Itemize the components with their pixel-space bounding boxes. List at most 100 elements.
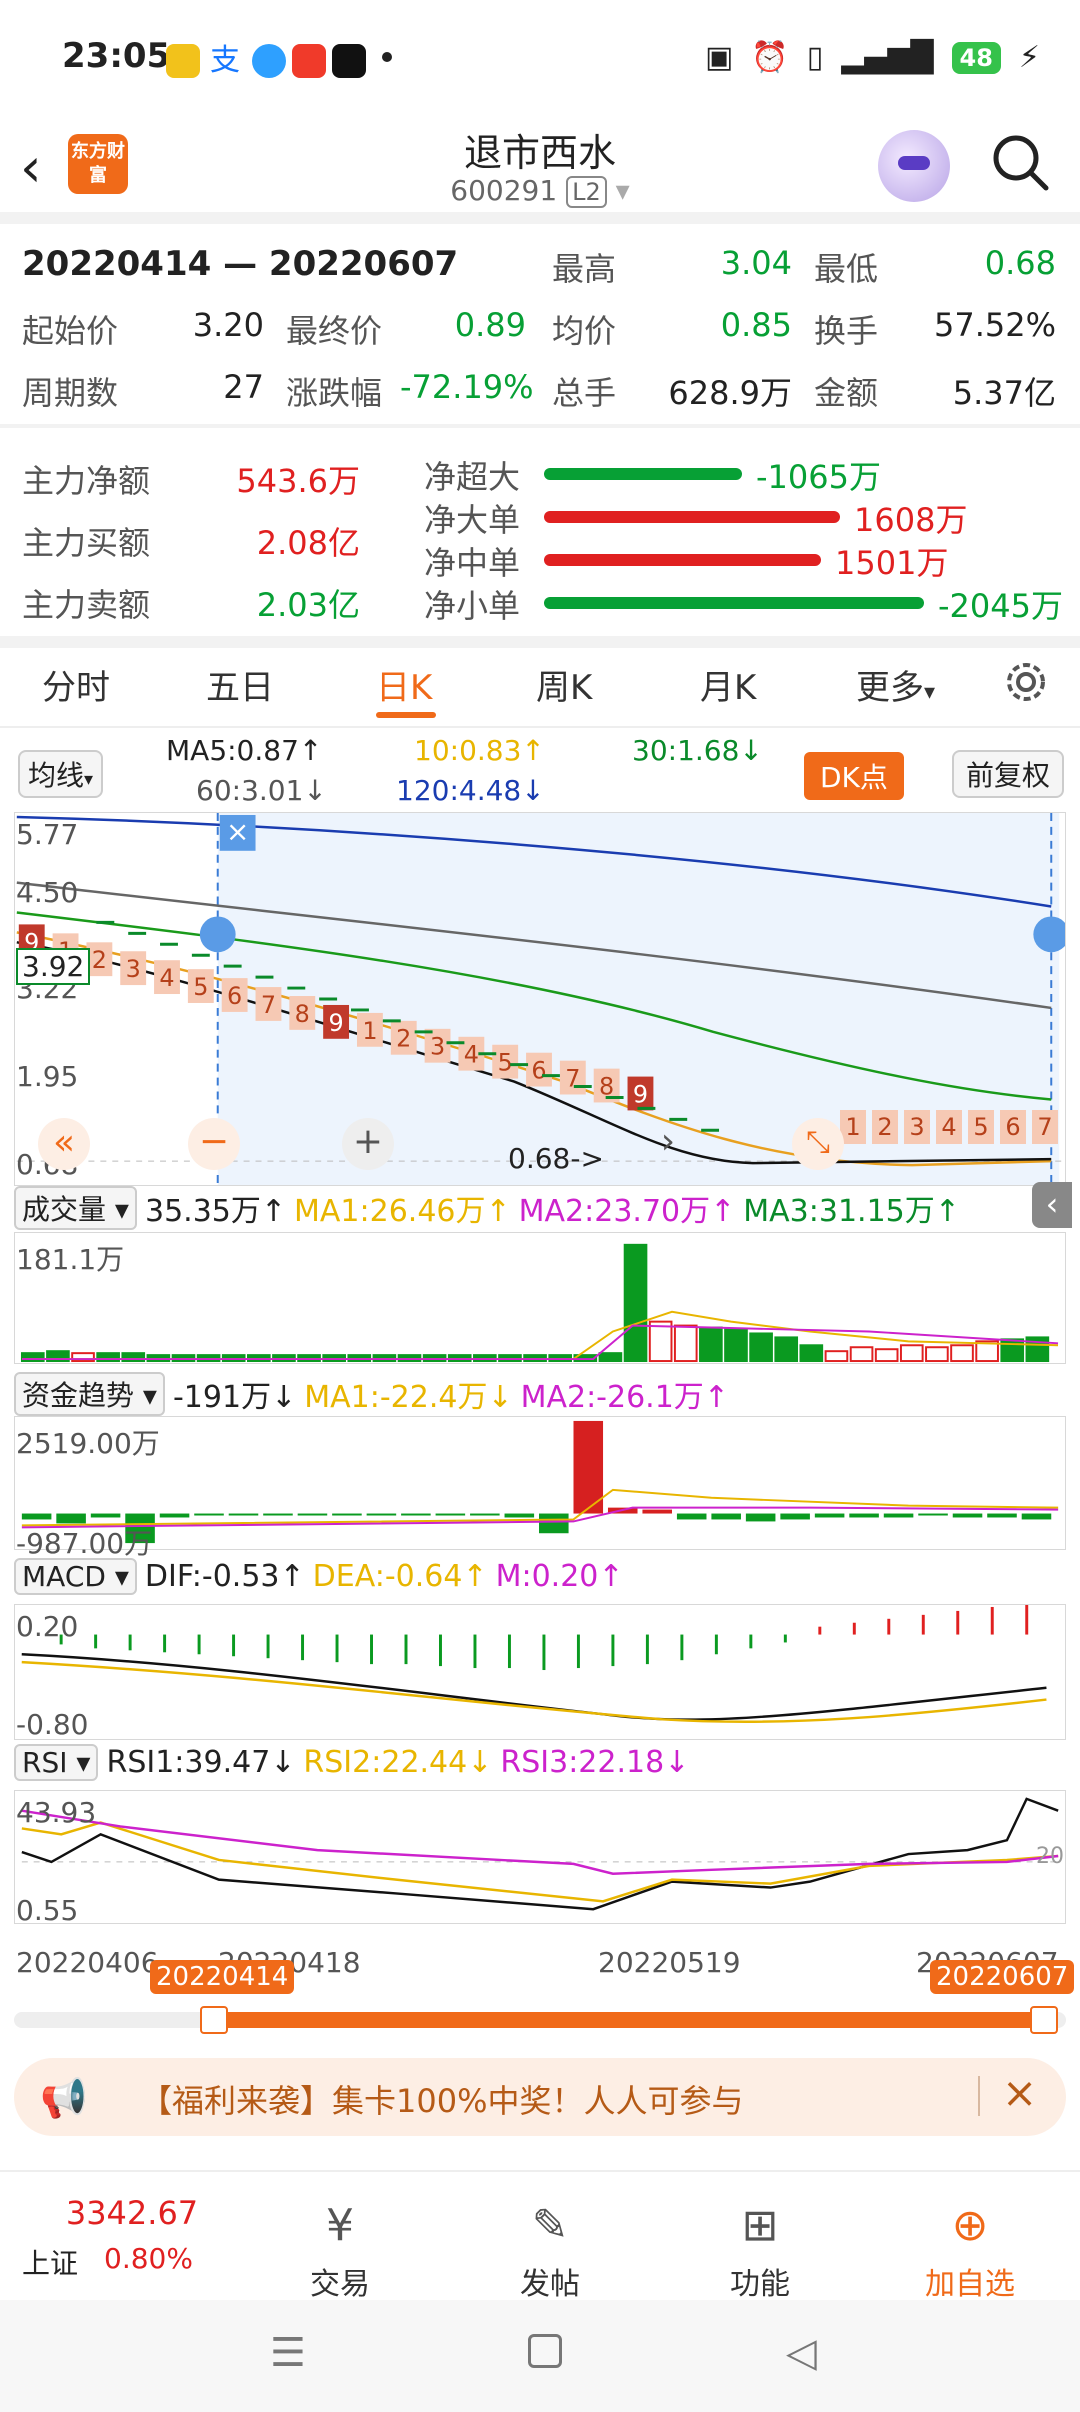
home-icon[interactable] xyxy=(528,2334,562,2368)
main-buy-value: 2.08亿 xyxy=(256,524,360,562)
macd-bars xyxy=(59,1605,1029,1671)
range-label: 20220414 — 20220607 xyxy=(22,244,459,284)
expand-icon[interactable]: ⤡ xyxy=(792,1118,844,1170)
assistant-avatar[interactable] xyxy=(878,130,950,202)
flow-label: 净超大 xyxy=(424,458,521,496)
seq-badge: 3 xyxy=(904,1110,930,1144)
flow-value: -1065万 xyxy=(756,458,881,496)
volume-bar xyxy=(196,1354,221,1363)
seq-badge: 6 xyxy=(1000,1110,1026,1144)
tab-more-label: 更多 xyxy=(856,668,924,708)
last-close-text: 3.92 xyxy=(22,950,85,983)
seq-number: 5 xyxy=(498,1049,513,1077)
tab-daily-k[interactable]: 日K xyxy=(376,660,432,709)
volume-bar xyxy=(849,1346,874,1363)
tab-intraday[interactable]: 分时 xyxy=(42,660,110,709)
macd-selector[interactable]: MACD ▾ xyxy=(14,1558,137,1595)
rsi-top-label: 43.93 xyxy=(16,1796,97,1829)
volume-ma3: MA3:31.15万↑ xyxy=(743,1194,960,1229)
flow-bar xyxy=(544,511,840,523)
browser-icon xyxy=(252,44,286,78)
volume-bar xyxy=(774,1336,799,1363)
divider xyxy=(0,2170,1080,2172)
divider xyxy=(0,726,1080,728)
volume-bar xyxy=(548,1354,573,1363)
adjust-button[interactable]: 前复权 xyxy=(952,750,1065,798)
plus-circle-icon: ⊕ xyxy=(951,2200,989,2251)
price-label-top: 5.77 xyxy=(16,818,79,851)
seq-number: 2 xyxy=(396,1025,411,1053)
back-icon[interactable]: ◁ xyxy=(786,2330,817,2376)
seq-number: 4 xyxy=(464,1041,479,1069)
video-icon xyxy=(292,44,326,78)
fund-bar xyxy=(883,1513,914,1518)
volume-bar xyxy=(272,1354,296,1363)
fund-bar xyxy=(332,1513,362,1516)
periods-value: 27 xyxy=(223,368,264,406)
volume-header: 成交量 ▾ 35.35万↑ MA1:26.46万↑ MA2:23.70万↑ MA… xyxy=(14,1186,1066,1230)
menu-icon[interactable]: ☰ xyxy=(270,2330,306,2376)
index-quote[interactable]: 3342.67 上证 0.80% xyxy=(22,2194,242,2282)
ma-selector-label: 均线 xyxy=(28,759,85,792)
volume-bar xyxy=(799,1344,824,1363)
plus-icon[interactable]: + xyxy=(342,1118,394,1170)
rsi-selector[interactable]: RSI ▾ xyxy=(14,1744,99,1781)
chevron-right-icon[interactable]: › xyxy=(642,1118,694,1170)
double-left-arrow-icon[interactable]: « xyxy=(38,1118,90,1170)
gear-icon[interactable] xyxy=(1004,660,1048,704)
rsi-right-label: 20 xyxy=(1036,1844,1064,1869)
fund-ma2: MA2:-26.1万↑ xyxy=(520,1380,729,1415)
volume-bar xyxy=(146,1354,171,1363)
nav-trade[interactable]: ¥ 交易 xyxy=(260,2200,420,2303)
index-value: 3342.67 xyxy=(65,2194,199,2232)
price-label-2: 4.50 xyxy=(16,876,79,909)
divider xyxy=(0,212,1080,224)
tab-monthly-k[interactable]: 月K xyxy=(700,660,756,709)
main-sell-label: 主力卖额 xyxy=(22,586,151,624)
volume-selector[interactable]: 成交量 ▾ xyxy=(14,1186,137,1230)
tab-five-day[interactable]: 五日 xyxy=(206,660,274,709)
fund-selector[interactable]: 资金趋势 ▾ xyxy=(14,1372,165,1416)
fund-top-label: 2519.00万 xyxy=(16,1427,160,1460)
volume-bar xyxy=(1000,1338,1025,1363)
fund-bar xyxy=(504,1513,535,1518)
tab-weekly-k[interactable]: 周K xyxy=(536,660,592,709)
ma120-value: 120:4.48↓ xyxy=(396,774,545,807)
volume-label: 总手 xyxy=(552,374,617,412)
range-fill xyxy=(212,2012,1042,2028)
rsi-bottom-label: 0.55 xyxy=(16,1894,79,1927)
nav-function[interactable]: ⊞ 功能 xyxy=(680,2200,840,2303)
chevron-left-icon[interactable]: ‹ xyxy=(1032,1182,1072,1228)
fund-bar xyxy=(366,1513,397,1516)
fund-bar xyxy=(159,1513,190,1518)
volume-bar xyxy=(749,1332,773,1363)
ma-selector[interactable]: 均线▾ xyxy=(18,750,104,798)
fund-bar xyxy=(987,1513,1017,1518)
nav-post[interactable]: ✎ 发帖 xyxy=(470,2200,630,2303)
price-label-4: 1.95 xyxy=(16,1060,79,1093)
seq-number: 1 xyxy=(362,1017,377,1045)
close-icon[interactable]: × xyxy=(1002,2068,1037,2117)
fund-bar xyxy=(642,1509,672,1514)
flow-row: 净小单 -2045万 xyxy=(424,581,1064,625)
range-handle-right[interactable] xyxy=(1030,2006,1058,2034)
macd-m: M:0.20↑ xyxy=(495,1559,624,1594)
flow-label: 净大单 xyxy=(424,501,521,539)
alipay-icon: 支 xyxy=(210,44,244,78)
nav-add-watchlist[interactable]: ⊕ 加自选 xyxy=(890,2200,1050,2303)
search-icon[interactable] xyxy=(990,132,1050,192)
fund-bottom-label: -987.00万 xyxy=(16,1527,153,1560)
range-handle-left[interactable] xyxy=(200,2006,228,2034)
promo-banner[interactable]: 📢 【福利来袭】集卡100%中奖！人人可参与 × xyxy=(14,2058,1066,2136)
flow-row: 净超大 -1065万 xyxy=(424,452,1064,496)
fund-bar xyxy=(194,1513,224,1516)
close-value: 0.89 xyxy=(454,306,526,344)
flow-row: 净大单 1608万 xyxy=(424,495,1064,539)
ma10-value: 10:0.83↑ xyxy=(414,734,545,767)
minus-icon[interactable]: − xyxy=(188,1118,240,1170)
tab-more[interactable]: 更多▾ xyxy=(856,660,935,709)
rsi-selector-label: RSI xyxy=(22,1746,68,1779)
5g-signal-icon: ▂▄▆█ xyxy=(841,40,934,75)
dk-point-button[interactable]: DK点 xyxy=(804,752,904,800)
volume-bar xyxy=(322,1354,346,1363)
